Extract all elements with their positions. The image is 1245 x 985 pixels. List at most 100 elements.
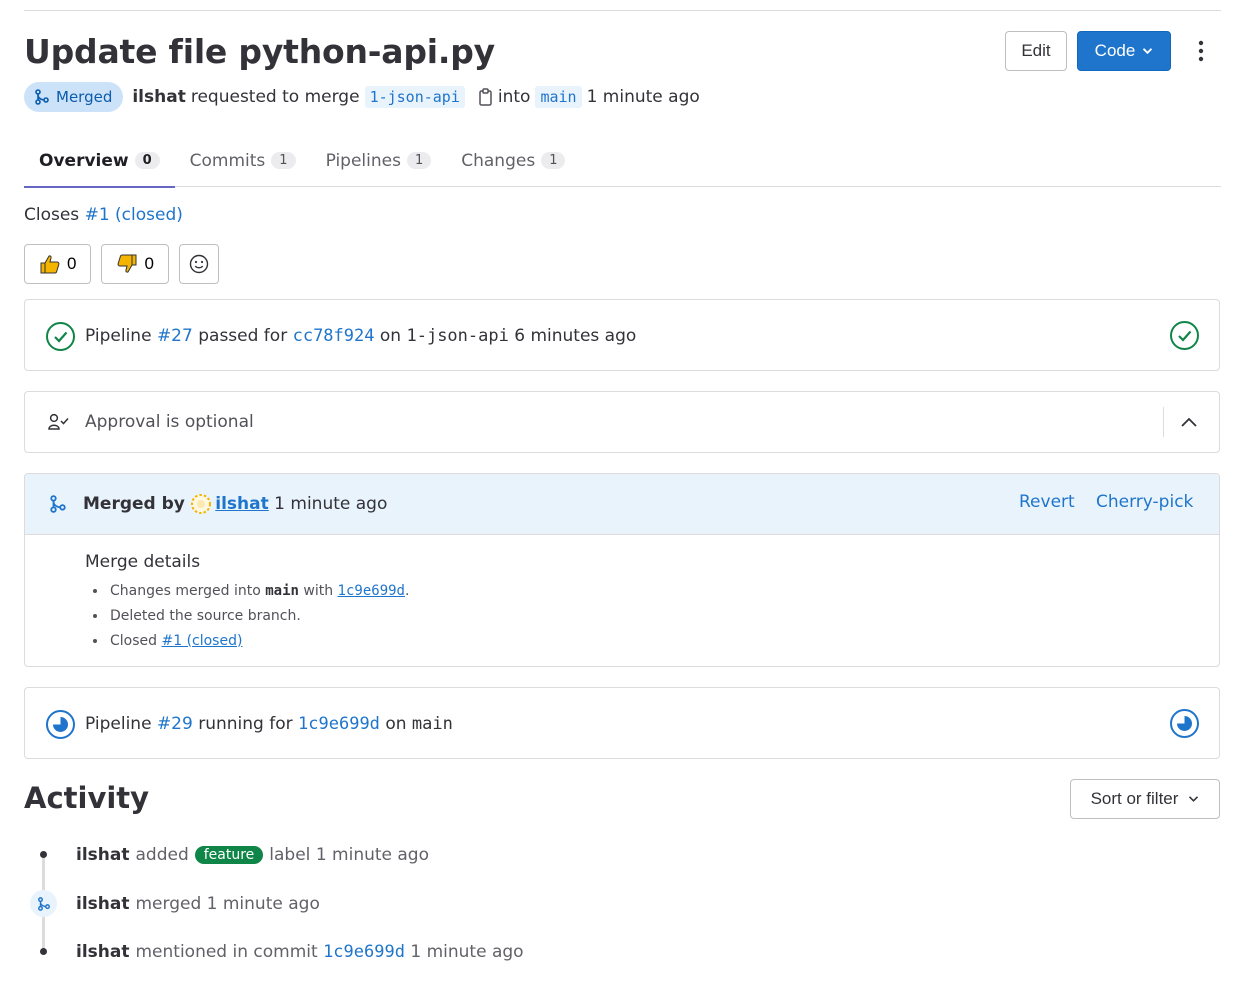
pipeline-branch: 1-json-api [406, 326, 509, 346]
pipeline-prefix: Pipeline [85, 714, 152, 734]
thumbsdown-button[interactable]: 0 [101, 244, 169, 284]
activity-time: 1 minute ago [410, 942, 524, 962]
requested-text: requested to merge [190, 87, 360, 107]
status-running-icon[interactable] [45, 709, 76, 740]
thumbsup-icon [40, 255, 60, 274]
activity-user[interactable]: ilshat [76, 894, 129, 914]
sort-filter-label: Sort or filter [1090, 789, 1179, 808]
activity-item-label: ilshat added feature label 1 minute ago [76, 843, 429, 867]
detail-text: Changes merged into [110, 582, 261, 599]
pipeline-id-link[interactable]: #29 [157, 714, 193, 734]
merged-time: 1 minute ago [274, 494, 388, 514]
activity-item-mention: ilshat mentioned in commit 1c9e699d 1 mi… [76, 940, 524, 964]
tab-count: 1 [541, 152, 566, 169]
pipeline-widget-source: Pipeline #27 passed for cc78f924 on 1-js… [24, 299, 1220, 371]
source-branch[interactable]: 1-json-api [364, 86, 465, 108]
pipeline-branch: main [411, 714, 453, 734]
tab-pipelines[interactable]: Pipelines 1 [311, 134, 447, 187]
closes-prefix: Closes [24, 205, 80, 225]
activity-action: merged [135, 894, 202, 914]
tab-label: Changes [461, 150, 536, 171]
commit-sha-link[interactable]: cc78f924 [293, 326, 375, 346]
tab-changes[interactable]: Changes 1 [446, 134, 580, 187]
more-actions-icon[interactable] [1190, 36, 1212, 66]
commit-sha-link[interactable]: 1c9e699d [298, 714, 380, 734]
merged-by-user-link[interactable]: ilshat [215, 494, 268, 514]
tab-overview[interactable]: Overview 0 [24, 134, 175, 188]
chevron-down-icon [1189, 796, 1199, 802]
detail-text: Closed [110, 632, 158, 649]
commit-sha-link[interactable]: 1c9e699d [323, 942, 405, 962]
tab-label: Overview [39, 150, 129, 171]
award-emoji-bar: 0 0 [24, 244, 219, 284]
top-divider [24, 10, 1221, 11]
thumbsup-button[interactable]: 0 [24, 244, 92, 284]
merge-icon [50, 495, 66, 513]
merged-widget: Merged by ilshat 1 minute ago Revert Che… [24, 473, 1220, 667]
label-badge[interactable]: feature [194, 846, 264, 864]
author-name[interactable]: ilshat [132, 87, 185, 107]
add-reaction-button[interactable] [178, 244, 219, 284]
activity-heading: Activity [24, 781, 150, 815]
edit-button[interactable]: Edit [1005, 31, 1067, 71]
thumbsup-count: 0 [67, 254, 77, 273]
pipeline-status-text: passed for [198, 326, 288, 346]
user-avatar-icon[interactable] [190, 493, 212, 515]
activity-item-merged: ilshat merged 1 minute ago [76, 892, 320, 916]
tab-count: 1 [406, 152, 432, 169]
merge-icon [35, 89, 49, 105]
target-branch[interactable]: main [535, 86, 582, 108]
list-item: Changes merged into main with 1c9e699d. [85, 578, 1219, 603]
cherry-pick-button[interactable]: Cherry-pick [1096, 492, 1193, 512]
thumbsdown-icon [118, 254, 137, 273]
pipeline-stage-success-icon[interactable] [1169, 320, 1200, 351]
tab-count: 0 [134, 152, 160, 169]
status-badge-label: Merged [56, 88, 113, 106]
revert-button[interactable]: Revert [1019, 492, 1075, 512]
detail-branch: main [265, 582, 299, 599]
status-success-icon[interactable] [45, 321, 76, 352]
merge-time: 1 minute ago [586, 87, 700, 107]
detail-text: Deleted the source branch. [110, 607, 301, 624]
pipeline-id-link[interactable]: #27 [157, 326, 193, 346]
merge-icon [37, 896, 50, 911]
status-badge: Merged [24, 82, 124, 112]
activity-action: added [135, 845, 189, 865]
pipeline-widget-target: Pipeline #29 running for 1c9e699d on mai… [24, 687, 1220, 759]
approval-widget: Approval is optional [24, 391, 1220, 453]
closes-issue: Closes #1 (closed) [24, 205, 183, 225]
merge-request-meta: Merged ilshat requested to merge 1-json-… [24, 82, 700, 112]
activity-user[interactable]: ilshat [76, 845, 129, 865]
timeline-dot [40, 851, 47, 858]
smiley-icon [189, 254, 209, 274]
merged-header: Merged by ilshat 1 minute ago Revert Che… [25, 474, 1219, 535]
chevron-up-icon[interactable] [1180, 416, 1198, 428]
pipeline-time: 6 minutes ago [514, 326, 637, 346]
chevron-down-icon [1143, 48, 1153, 55]
copy-branch-icon[interactable] [478, 88, 494, 106]
mr-tabs: Overview 0 Commits 1 Pipelines 1 Changes 1 [24, 134, 1221, 188]
activity-user[interactable]: ilshat [76, 942, 129, 962]
pipeline-status-text: running for [198, 714, 293, 734]
timeline-dot [40, 948, 47, 955]
activity-time: 1 minute ago [206, 894, 320, 914]
code-dropdown-button[interactable]: Code [1077, 31, 1171, 71]
code-button-label: Code [1094, 41, 1136, 60]
merge-commit-link[interactable]: 1c9e699d [338, 583, 405, 599]
tab-commits[interactable]: Commits 1 [175, 134, 311, 187]
activity-after: label [269, 845, 311, 865]
closed-issue-link[interactable]: #1 (closed) [161, 633, 242, 649]
merge-details: Merge details Changes merged into main w… [25, 535, 1219, 653]
tab-label: Commits [189, 150, 266, 171]
tab-label: Pipelines [325, 150, 401, 171]
closed-issue-link[interactable]: #1 (closed) [85, 205, 183, 225]
detail-text: with [303, 582, 334, 599]
activity-time: 1 minute ago [315, 845, 430, 865]
pipeline-stage-running-icon[interactable] [1169, 708, 1200, 739]
sort-filter-dropdown[interactable]: Sort or filter [1070, 779, 1220, 819]
page-title: Update file python-api.py [24, 32, 495, 71]
merged-by-label: Merged by [83, 494, 185, 514]
list-item: Closed #1 (closed) [85, 628, 1219, 653]
pipeline-prefix: Pipeline [85, 326, 152, 346]
activity-action: mentioned in commit [135, 942, 318, 962]
